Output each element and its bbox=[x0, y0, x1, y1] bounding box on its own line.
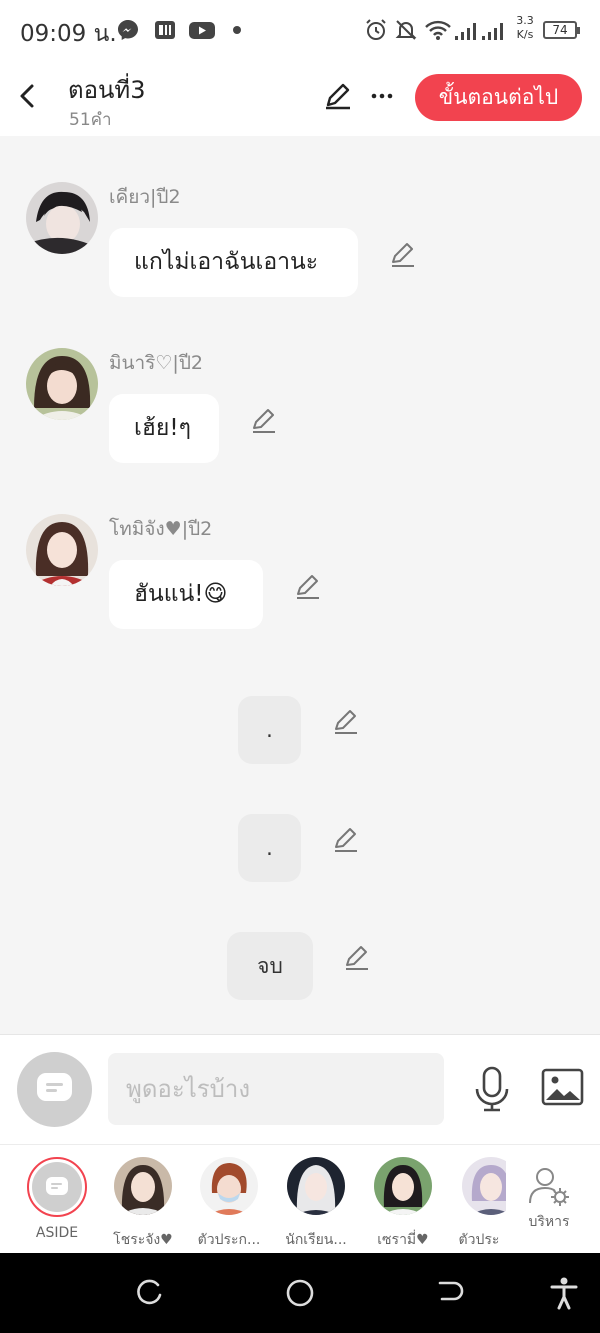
status-time: 09:09 น. bbox=[20, 21, 117, 47]
character-avatar[interactable] bbox=[374, 1157, 432, 1215]
narration-bubble[interactable]: จบ bbox=[227, 932, 313, 1000]
message-bubble[interactable]: เฮ้ย!ๆ bbox=[109, 394, 219, 463]
character-item[interactable]: ตัวประก... bbox=[187, 1157, 271, 1251]
edit-message-icon[interactable] bbox=[388, 240, 418, 270]
avatar[interactable] bbox=[26, 514, 98, 586]
back-icon[interactable] bbox=[432, 1275, 468, 1311]
edit-narration-icon[interactable] bbox=[331, 707, 361, 737]
narration-bubble[interactable]: . bbox=[238, 696, 301, 764]
wifi-icon bbox=[425, 20, 451, 40]
message-input[interactable] bbox=[108, 1053, 444, 1125]
edit-narration-icon[interactable] bbox=[331, 825, 361, 855]
edit-narration-icon[interactable] bbox=[342, 943, 372, 973]
messenger-icon bbox=[118, 20, 138, 40]
chat-bubble-icon bbox=[37, 1073, 72, 1101]
aside-toggle-button[interactable] bbox=[17, 1052, 92, 1127]
pocket-app-icon bbox=[155, 21, 175, 39]
edit-title-icon[interactable] bbox=[322, 80, 354, 112]
network-speed-value: 3.3 bbox=[516, 14, 534, 27]
sender-name: โทมิจัง♥|ปี2 bbox=[109, 518, 213, 540]
avatar[interactable] bbox=[26, 182, 98, 254]
character-avatar[interactable] bbox=[200, 1157, 258, 1215]
character-name: ตัวประก... bbox=[197, 1232, 261, 1248]
signal-icon bbox=[455, 23, 503, 40]
character-avatar[interactable] bbox=[462, 1157, 506, 1215]
youtube-icon bbox=[189, 22, 215, 39]
chat-bubble-icon bbox=[46, 1177, 68, 1195]
user-settings-icon bbox=[529, 1168, 569, 1206]
manage-characters-button[interactable]: บริหาร bbox=[507, 1157, 591, 1233]
character-name: โชระจัง♥ bbox=[113, 1232, 173, 1248]
character-bar: ASIDE โชระจัง♥ ตัวประก... นักเรียน... เซ… bbox=[0, 1144, 600, 1253]
notifications-muted-icon bbox=[395, 20, 417, 40]
accessibility-icon[interactable] bbox=[546, 1275, 582, 1311]
character-name: เซรามี่♥ bbox=[377, 1232, 429, 1248]
character-item[interactable]: โชระจัง♥ bbox=[101, 1157, 185, 1251]
sender-name: มินาริ♡|ปี2 bbox=[109, 352, 203, 374]
status-bar: 09:09 น. 3.3 K/s 74 bbox=[0, 0, 600, 60]
composer-bar bbox=[0, 1034, 600, 1144]
character-item[interactable]: นักเรียน... bbox=[274, 1157, 358, 1251]
narration-bubble[interactable]: . bbox=[238, 814, 301, 882]
character-name: นักเรียน... bbox=[285, 1232, 347, 1248]
recents-icon[interactable] bbox=[132, 1275, 168, 1311]
avatar[interactable] bbox=[26, 348, 98, 420]
back-arrow-icon[interactable] bbox=[10, 76, 46, 116]
character-avatar[interactable] bbox=[114, 1157, 172, 1215]
editor-header: ตอนที่3 51คำ ขั้นตอนต่อไป bbox=[0, 60, 600, 136]
character-aside[interactable]: ASIDE bbox=[15, 1157, 99, 1241]
chat-area[interactable]: เคียว|ปี2 แกไม่เอาฉันเอานะ มินาริ♡|ปี2 เ… bbox=[0, 136, 600, 1034]
message-bubble[interactable]: แกไม่เอาฉันเอานะ bbox=[109, 228, 358, 297]
notification-dot bbox=[233, 26, 241, 34]
system-navigation-bar bbox=[0, 1253, 600, 1333]
character-name: ตัวประ bbox=[458, 1232, 500, 1248]
aside-avatar[interactable] bbox=[27, 1157, 87, 1217]
character-item[interactable]: ตัวประ bbox=[448, 1157, 506, 1251]
character-avatar[interactable] bbox=[287, 1157, 345, 1215]
character-name: ASIDE bbox=[35, 1225, 79, 1241]
sender-name: เคียว|ปี2 bbox=[109, 186, 181, 208]
network-speed: 3.3 K/s bbox=[513, 14, 537, 42]
word-count: 51คำ bbox=[69, 110, 112, 130]
page-title: ตอนที่3 bbox=[68, 76, 146, 104]
microphone-icon[interactable] bbox=[472, 1065, 512, 1113]
network-speed-unit: K/s bbox=[516, 28, 534, 41]
character-name: บริหาร bbox=[528, 1214, 570, 1230]
image-icon[interactable] bbox=[541, 1068, 584, 1106]
next-step-button[interactable]: ขั้นตอนต่อไป bbox=[415, 74, 582, 121]
alarm-icon bbox=[366, 19, 386, 40]
battery-indicator: 74 bbox=[543, 21, 580, 39]
edit-message-icon[interactable] bbox=[293, 572, 323, 602]
home-icon[interactable] bbox=[282, 1275, 318, 1311]
character-item[interactable]: เซรามี่♥ bbox=[361, 1157, 445, 1251]
more-options-icon[interactable] bbox=[366, 80, 398, 112]
edit-message-icon[interactable] bbox=[249, 406, 279, 436]
message-bubble[interactable]: ฮันแน่!😋 bbox=[109, 560, 263, 629]
